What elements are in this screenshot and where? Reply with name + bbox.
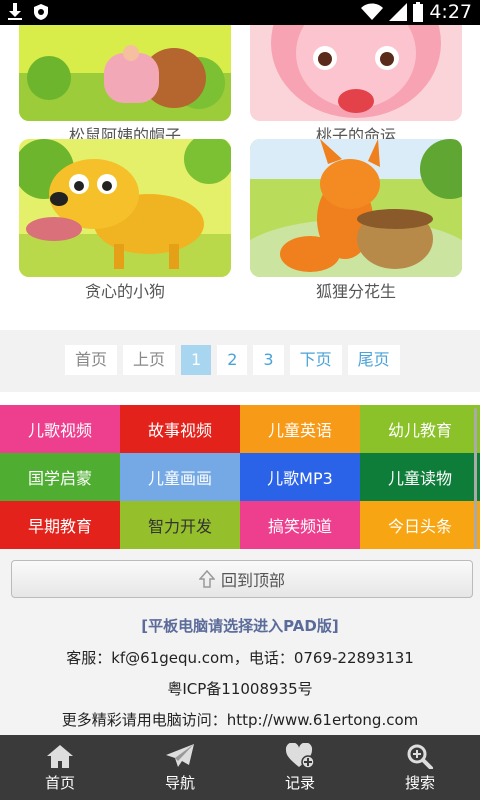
- tab-search[interactable]: 搜索: [360, 735, 480, 800]
- category-headlines[interactable]: 今日头条: [360, 501, 480, 549]
- story-card[interactable]: 贪心的小狗: [19, 139, 231, 307]
- category-funny-channel[interactable]: 搞笑频道: [240, 501, 360, 549]
- category-kids-english[interactable]: 儿童英语: [240, 405, 360, 453]
- tab-navigation[interactable]: 导航: [120, 735, 240, 800]
- battery-icon: [413, 2, 424, 22]
- tab-records-label: 记录: [284, 773, 315, 792]
- status-bar: 4:27: [0, 0, 480, 25]
- bottom-tab-bar: 首页 导航 记录 搜索: [0, 735, 480, 800]
- category-kids-books[interactable]: 儿童读物: [360, 453, 480, 501]
- next-page-button[interactable]: 下页: [289, 345, 342, 375]
- signal-icon: [389, 3, 408, 21]
- page-3-button[interactable]: 3: [253, 345, 284, 375]
- icp-number: 粤ICP备11008935号: [167, 680, 313, 698]
- story-grid: 松鼠阿姨的帽子 桃子的命运 贪心的小狗 狐狸分花生: [0, 25, 480, 330]
- story-card[interactable]: 松鼠阿姨的帽子: [19, 25, 231, 151]
- category-kids-song-video[interactable]: 儿歌视频: [0, 405, 120, 453]
- desktop-site-info: 更多精彩请用电脑访问：http://www.61ertong.com: [61, 711, 419, 729]
- wifi-icon: [361, 3, 384, 20]
- story-card[interactable]: 狐狸分花生: [250, 139, 462, 307]
- pad-version-link[interactable]: [平板电脑请选择进入PAD版]: [0, 615, 480, 636]
- fox-illustration[interactable]: [250, 139, 462, 277]
- squirrel-illustration[interactable]: [19, 25, 231, 121]
- contact-info: 客服：kf@61gequ.com，电话：0769-22893131: [66, 649, 414, 667]
- back-to-top-button[interactable]: 回到顶部: [11, 560, 473, 598]
- shield-icon: [34, 4, 48, 20]
- peach-illustration[interactable]: [250, 25, 462, 121]
- category-kids-song-mp3[interactable]: 儿歌MP3: [240, 453, 360, 501]
- footer: 回到顶部 [平板电脑请选择进入PAD版] 客服：kf@61gequ.com，电话…: [0, 549, 480, 735]
- category-story-video[interactable]: 故事视频: [120, 405, 240, 453]
- prev-page-button[interactable]: 上页: [123, 345, 176, 375]
- home-icon: [47, 744, 73, 768]
- page-1-button[interactable]: 1: [181, 345, 212, 375]
- tab-home-label: 首页: [44, 773, 75, 792]
- story-title[interactable]: 狐狸分花生: [250, 277, 462, 307]
- category-kids-drawing[interactable]: 儿童画画: [120, 453, 240, 501]
- tab-records[interactable]: 记录: [240, 735, 360, 800]
- last-page-button[interactable]: 尾页: [347, 345, 400, 375]
- tab-home[interactable]: 首页: [0, 735, 120, 800]
- category-classics-enlightenment[interactable]: 国学启蒙: [0, 453, 120, 501]
- download-icon: [8, 3, 22, 20]
- back-to-top-label: 回到顶部: [220, 571, 285, 590]
- heart-plus-icon: [285, 742, 315, 769]
- status-time: 4:27: [429, 1, 472, 23]
- dog-illustration[interactable]: [19, 139, 231, 277]
- tab-navigation-label: 导航: [164, 773, 195, 792]
- category-preschool-education[interactable]: 幼儿教育: [360, 405, 480, 453]
- tab-search-label: 搜索: [404, 773, 435, 792]
- story-title[interactable]: 贪心的小狗: [19, 277, 231, 307]
- arrow-up-icon: [198, 570, 215, 588]
- category-intelligence[interactable]: 智力开发: [120, 501, 240, 549]
- search-icon: [407, 744, 433, 769]
- pagination: 首页 上页 1 2 3 下页 尾页: [0, 330, 480, 392]
- category-grid: 儿歌视频 故事视频 儿童英语 幼儿教育 国学启蒙 儿童画画 儿歌MP3 儿童读物…: [0, 405, 480, 549]
- paper-plane-icon: [166, 743, 194, 767]
- category-early-education[interactable]: 早期教育: [0, 501, 120, 549]
- first-page-button[interactable]: 首页: [65, 345, 118, 375]
- page-2-button[interactable]: 2: [217, 345, 248, 375]
- story-card[interactable]: 桃子的命运: [250, 25, 462, 151]
